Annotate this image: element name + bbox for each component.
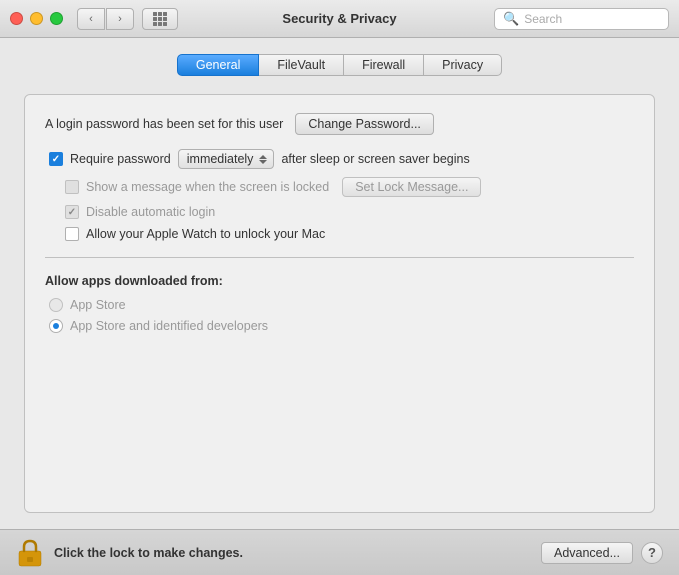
login-password-text: A login password has been set for this u… xyxy=(45,117,283,131)
download-section: Allow apps downloaded from: App Store Ap… xyxy=(45,274,634,333)
bottom-bar: Click the lock to make changes. Advanced… xyxy=(0,529,679,575)
titlebar: ‹ › Security & Privacy 🔍 Search xyxy=(0,0,679,38)
app-store-identified-radio[interactable] xyxy=(49,319,63,333)
lock-icon xyxy=(16,538,44,568)
show-message-row: Show a message when the screen is locked… xyxy=(45,177,634,197)
show-message-checkbox[interactable] xyxy=(65,180,79,194)
disable-autologin-checkbox[interactable] xyxy=(65,205,79,219)
nav-buttons: ‹ › xyxy=(77,8,134,30)
back-button[interactable]: ‹ xyxy=(77,8,105,30)
app-store-radio[interactable] xyxy=(49,298,63,312)
disable-autologin-label: Disable automatic login xyxy=(86,205,215,219)
require-password-row: Require password immediately after sleep… xyxy=(45,149,634,169)
advanced-button[interactable]: Advanced... xyxy=(541,542,633,564)
maximize-button[interactable] xyxy=(50,12,63,25)
require-password-label: Require password xyxy=(70,152,171,166)
grid-icon xyxy=(153,12,167,26)
app-store-identified-label: App Store and identified developers xyxy=(70,319,268,333)
change-password-button[interactable]: Change Password... xyxy=(295,113,434,135)
lock-area[interactable]: Click the lock to make changes. xyxy=(16,538,243,568)
tab-privacy[interactable]: Privacy xyxy=(424,54,502,76)
main-content: General FileVault Firewall Privacy A log… xyxy=(0,38,679,529)
require-password-checkbox[interactable] xyxy=(49,152,63,166)
dropdown-arrow-icon xyxy=(259,155,267,164)
password-timing-dropdown[interactable]: immediately xyxy=(178,149,275,169)
app-store-radio-row: App Store xyxy=(45,298,634,312)
window-title: Security & Privacy xyxy=(282,11,396,26)
bottom-right: Advanced... ? xyxy=(541,542,663,564)
minimize-button[interactable] xyxy=(30,12,43,25)
close-button[interactable] xyxy=(10,12,23,25)
tab-filevault[interactable]: FileVault xyxy=(259,54,344,76)
settings-area: A login password has been set for this u… xyxy=(24,94,655,513)
app-store-identified-radio-row: App Store and identified developers xyxy=(45,319,634,333)
tab-general[interactable]: General xyxy=(177,54,259,76)
show-message-label: Show a message when the screen is locked xyxy=(86,180,329,194)
apple-watch-checkbox[interactable] xyxy=(65,227,79,241)
grid-button[interactable] xyxy=(142,8,178,30)
apple-watch-row: Allow your Apple Watch to unlock your Ma… xyxy=(45,227,634,241)
after-sleep-text: after sleep or screen saver begins xyxy=(281,152,469,166)
search-box[interactable]: 🔍 Search xyxy=(494,8,669,30)
login-password-row: A login password has been set for this u… xyxy=(45,113,634,135)
apple-watch-label: Allow your Apple Watch to unlock your Ma… xyxy=(86,227,325,241)
set-lock-message-button[interactable]: Set Lock Message... xyxy=(342,177,481,197)
dropdown-value: immediately xyxy=(187,152,254,166)
forward-button[interactable]: › xyxy=(106,8,134,30)
search-icon: 🔍 xyxy=(503,11,519,27)
disable-autologin-row: Disable automatic login xyxy=(45,205,634,219)
traffic-lights xyxy=(10,12,63,25)
app-store-label: App Store xyxy=(70,298,126,312)
help-button[interactable]: ? xyxy=(641,542,663,564)
tab-firewall[interactable]: Firewall xyxy=(344,54,424,76)
download-label: Allow apps downloaded from: xyxy=(45,274,634,288)
search-placeholder: Search xyxy=(524,12,562,26)
tab-bar: General FileVault Firewall Privacy xyxy=(24,54,655,76)
lock-text: Click the lock to make changes. xyxy=(54,546,243,560)
divider xyxy=(45,257,634,258)
